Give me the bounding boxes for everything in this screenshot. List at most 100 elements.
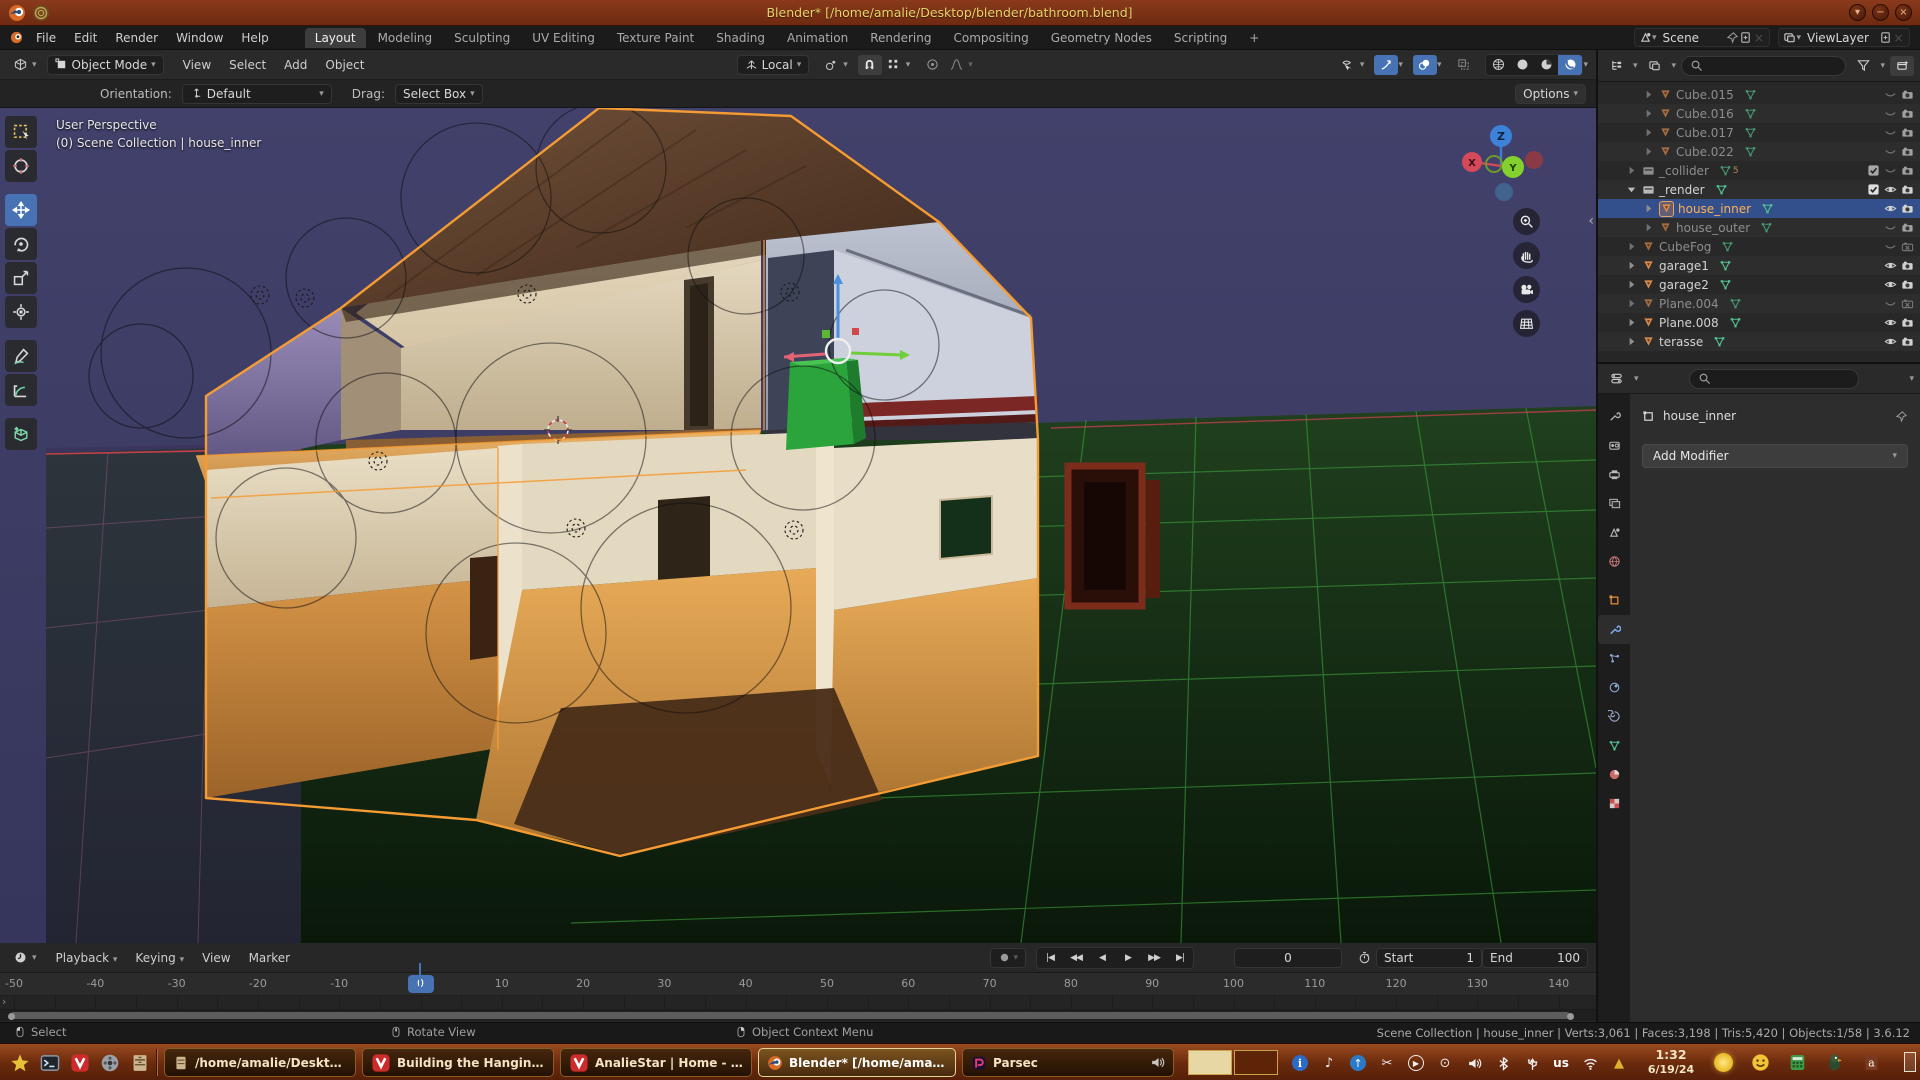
expand-icon[interactable] [1642,202,1655,216]
tray-wifi-icon[interactable] [1580,1053,1600,1073]
eye-open-icon[interactable] [1884,183,1897,197]
properties-tab-tool[interactable] [1598,402,1630,431]
timeline-menu-playback[interactable]: Playback ▾ [47,949,127,967]
eye-open-icon[interactable] [1884,202,1897,216]
render-visibility-icon[interactable] [1901,278,1914,292]
tab-modeling[interactable]: Modeling [368,28,443,48]
remove-viewlayer-icon[interactable]: × [1892,31,1905,44]
tool-transform[interactable] [5,296,37,328]
tab-layout[interactable]: Layout [305,28,366,48]
outliner-item-collider[interactable]: _collider5 [1598,161,1920,180]
eye-closed-icon[interactable] [1884,145,1897,159]
properties-tab-texture[interactable] [1598,789,1630,818]
tab-compositing[interactable]: Compositing [943,28,1038,48]
timeline-menu-keying[interactable]: Keying ▾ [126,949,193,967]
viewport-pan-button[interactable] [1513,242,1540,269]
editor-type-outliner-icon[interactable] [1604,56,1628,76]
task-home-amalie-desktop[interactable]: /home/amalie/Desktop... [164,1048,356,1077]
render-visibility-icon[interactable] [1901,202,1914,216]
launcher-media-player[interactable] [98,1051,122,1075]
expand-icon[interactable] [1642,126,1655,140]
properties-search-input[interactable] [1689,369,1859,389]
render-visibility-icon[interactable] [1901,259,1914,273]
tab-texture-paint[interactable]: Texture Paint [607,28,704,48]
channels-expand-icon[interactable]: › [2,996,6,1008]
tray-bluetooth-icon[interactable] [1493,1053,1513,1073]
scrollbar-left-knob[interactable] [8,1013,15,1020]
add-modifier-dropdown[interactable]: Add Modifier ▾ [1642,444,1908,468]
properties-tab-output[interactable] [1598,460,1630,489]
render-visibility-icon[interactable] [1901,335,1914,349]
tray-usb-icon[interactable] [1522,1053,1542,1073]
tray-cut-icon[interactable]: ✂ [1377,1053,1397,1073]
overlays-toggle-icon[interactable] [1413,55,1437,75]
proportional-falloff-icon[interactable] [944,55,968,75]
editor-type-properties-icon[interactable] [1604,369,1628,389]
collection-checkbox[interactable] [1867,183,1880,197]
shading-material-icon[interactable] [1534,55,1558,75]
render-visibility-icon[interactable] [1901,145,1914,159]
tab-rendering[interactable]: Rendering [860,28,941,48]
tray-dictionary-icon[interactable]: a [1860,1051,1883,1074]
outliner-item-plane-008[interactable]: Plane.008 [1598,313,1920,332]
render-visibility-icon[interactable] [1901,183,1914,197]
tool-add-cube[interactable] [5,418,37,450]
new-viewlayer-icon[interactable] [1879,31,1892,44]
outliner-item-house-inner[interactable]: house_inner [1598,199,1920,218]
outliner-item-render[interactable]: _render [1598,180,1920,199]
proportional-editing-icon[interactable] [920,55,944,75]
editor-type-3dviewport-icon[interactable] [8,55,32,75]
render-visibility-icon[interactable] [1901,107,1914,121]
sidebar-collapse-icon[interactable]: ‹ [1588,213,1594,229]
tool-measure[interactable] [5,374,37,406]
expand-icon[interactable] [1625,297,1638,311]
window-close-button[interactable]: × [1895,4,1912,21]
pager-desktop-1[interactable] [1188,1050,1232,1075]
render-visibility-icon[interactable] [1901,221,1914,235]
snap-toggle-magnet-icon[interactable] [858,55,882,75]
tray-smiley-icon[interactable] [1749,1051,1772,1074]
expand-icon[interactable] [1625,278,1638,292]
outliner-item-cube-015[interactable]: Cube.015 [1598,85,1920,104]
taskbar-clock[interactable]: 1:326/19/24 [1640,1047,1702,1077]
shading-wireframe-icon[interactable] [1486,55,1510,75]
shading-solid-icon[interactable] [1510,55,1534,75]
eye-closed-icon[interactable] [1884,221,1897,235]
properties-tab-data[interactable] [1598,731,1630,760]
transform-orientation-dropdown[interactable]: Local ▾ [737,55,810,75]
visibility-dropdown-icon[interactable] [1336,55,1360,75]
outliner-item-cubefog[interactable]: CubeFog [1598,237,1920,256]
launcher-file-cabinet[interactable] [128,1051,152,1075]
outliner-item-house-outer[interactable]: house_outer [1598,218,1920,237]
outliner-search-input[interactable] [1681,56,1846,76]
show-desktop-button[interactable] [1904,1052,1916,1072]
launcher-terminal[interactable] [38,1051,62,1075]
new-collection-icon[interactable] [1890,56,1914,76]
viewport-menu-object[interactable]: Object [316,56,373,74]
prev-keyframe-button[interactable]: ◀◀ [1063,948,1089,968]
play-button[interactable]: ▶ [1115,948,1141,968]
properties-tab-constraints[interactable] [1598,702,1630,731]
window-minimize-button[interactable]: − [1872,4,1889,21]
timeline-scrollbar[interactable] [10,1012,1570,1019]
pin-icon[interactable] [1726,31,1739,44]
menu-edit[interactable]: Edit [65,29,106,47]
options-dropdown[interactable]: Options ▾ [1515,84,1586,104]
properties-tab-modifier[interactable] [1598,615,1630,644]
tray-volume-icon[interactable] [1464,1053,1484,1073]
menu-help[interactable]: Help [232,29,277,47]
outliner-item-cube-017[interactable]: Cube.017 [1598,123,1920,142]
outliner-display-mode-icon[interactable] [1643,56,1667,76]
render-disabled-icon[interactable] [1901,240,1914,254]
viewlayer-selector[interactable]: ▾ ViewLayer × [1778,28,1910,47]
properties-tab-physics[interactable] [1598,673,1630,702]
timeline-menu-marker[interactable]: Marker [240,949,299,967]
unlink-scene-icon[interactable]: × [1752,31,1765,44]
eye-closed-icon[interactable] [1884,126,1897,140]
expand-icon[interactable] [1625,335,1638,349]
eye-open-icon[interactable] [1884,316,1897,330]
tray-keyboard-layout-icon[interactable]: us [1551,1053,1571,1073]
orientation-default-dropdown[interactable]: Default ▾ [182,84,332,104]
tool-rotate[interactable] [5,228,37,260]
next-keyframe-button[interactable]: ▶▶ [1141,948,1167,968]
